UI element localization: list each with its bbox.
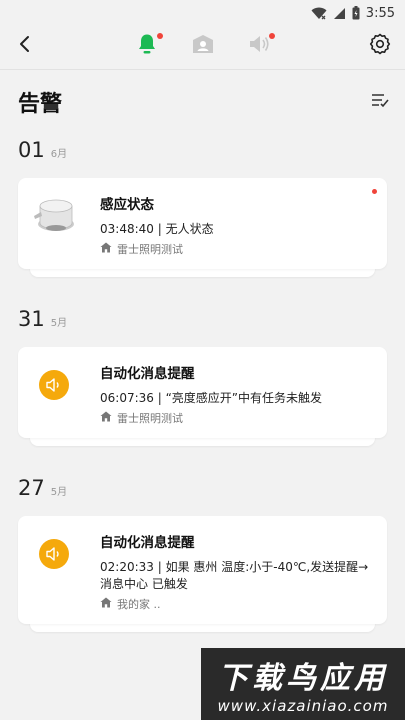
wifi-icon <box>311 7 327 20</box>
battery-icon <box>352 6 360 20</box>
page-header: 告警 <box>0 70 405 120</box>
unread-dot <box>268 33 275 39</box>
contact-card-icon <box>192 34 214 58</box>
card-description: 03:48:40 | 无人状态 <box>100 222 214 236</box>
alert-card-wrapper: 感应状态 03:48:40 | 无人状态 雷士照明测试 <box>18 178 387 277</box>
unread-dot <box>372 189 377 194</box>
home-name: 雷士照明测试 <box>117 412 183 425</box>
sensor-device-icon <box>31 192 77 240</box>
card-body: 自动化消息提醒 02:20:33 | 如果 惠州 温度:小于-40℃,发送提醒→… <box>100 528 375 612</box>
clock-time: 3:55 <box>365 5 395 21</box>
date-month: 5月 <box>50 487 68 498</box>
alert-card[interactable]: 自动化消息提醒 02:20:33 | 如果 惠州 温度:小于-40℃,发送提醒→… <box>18 516 387 624</box>
card-icon-area <box>30 528 78 612</box>
unread-dot <box>156 33 163 39</box>
home-icon <box>100 597 112 611</box>
tab-contacts[interactable] <box>192 35 214 57</box>
watermark-url: www.xiazainiao.com <box>217 697 389 715</box>
nav-tabs <box>136 33 275 59</box>
speaker-icon <box>248 34 270 58</box>
date-header: 31 5月 <box>0 307 405 331</box>
home-icon <box>100 242 112 256</box>
date-header: 01 6月 <box>0 138 405 162</box>
speaker-icon <box>39 370 69 400</box>
card-body: 自动化消息提醒 06:07:36 | “亮度感应开”中有任务未触发 雷士照明测试 <box>100 359 375 426</box>
top-nav <box>0 26 405 66</box>
home-name: 雷士照明测试 <box>117 243 183 256</box>
card-description: 02:20:33 | 如果 惠州 温度:小于-40℃,发送提醒→消息中心 已触发 <box>100 560 369 591</box>
signal-icon <box>333 7 346 20</box>
date-section: 27 5月 自动化消息提醒 02:20:33 | 如果 惠州 温度:小于-40℃… <box>0 476 405 632</box>
tab-alerts[interactable] <box>136 33 163 59</box>
page-title: 告警 <box>18 92 63 117</box>
watermark: 下载鸟应用 www.xiazainiao.com <box>201 648 405 720</box>
mark-all-read-icon[interactable] <box>371 92 389 112</box>
card-home: 我的家 .. <box>100 596 375 612</box>
card-title: 自动化消息提醒 <box>100 366 195 382</box>
status-bar: 3:55 <box>0 0 405 26</box>
date-day: 01 <box>18 138 45 162</box>
date-day: 27 <box>18 476 45 500</box>
date-month: 5月 <box>50 318 68 329</box>
home-icon <box>100 411 112 425</box>
date-header: 27 5月 <box>0 476 405 500</box>
card-body: 感应状态 03:48:40 | 无人状态 雷士照明测试 <box>100 190 375 257</box>
date-day: 31 <box>18 307 45 331</box>
card-home: 雷士照明测试 <box>100 241 375 257</box>
date-section: 31 5月 自动化消息提醒 06:07:36 | “亮度感应开”中有任务未触发 … <box>0 307 405 446</box>
card-title: 自动化消息提醒 <box>100 535 195 551</box>
date-month: 6月 <box>50 149 68 160</box>
home-name: 我的家 .. <box>117 598 161 611</box>
card-icon-area <box>30 190 78 257</box>
card-title: 感应状态 <box>100 197 154 213</box>
alert-card-wrapper: 自动化消息提醒 02:20:33 | 如果 惠州 温度:小于-40℃,发送提醒→… <box>18 516 387 632</box>
alert-card[interactable]: 自动化消息提醒 06:07:36 | “亮度感应开”中有任务未触发 雷士照明测试 <box>18 347 387 438</box>
card-home: 雷士照明测试 <box>100 410 375 426</box>
alert-card[interactable]: 感应状态 03:48:40 | 无人状态 雷士照明测试 <box>18 178 387 269</box>
card-description: 06:07:36 | “亮度感应开”中有任务未触发 <box>100 391 323 405</box>
back-icon[interactable] <box>18 35 32 57</box>
tab-broadcast[interactable] <box>248 33 275 58</box>
speaker-icon <box>39 539 69 569</box>
watermark-title: 下载鸟应用 <box>218 661 388 696</box>
gear-icon[interactable] <box>369 33 391 59</box>
card-icon-area <box>30 359 78 426</box>
date-section: 01 6月 感应状态 03:48:40 | 无人状态 雷士照明测试 <box>0 138 405 277</box>
alert-card-wrapper: 自动化消息提醒 06:07:36 | “亮度感应开”中有任务未触发 雷士照明测试 <box>18 347 387 446</box>
bell-icon <box>137 33 157 59</box>
